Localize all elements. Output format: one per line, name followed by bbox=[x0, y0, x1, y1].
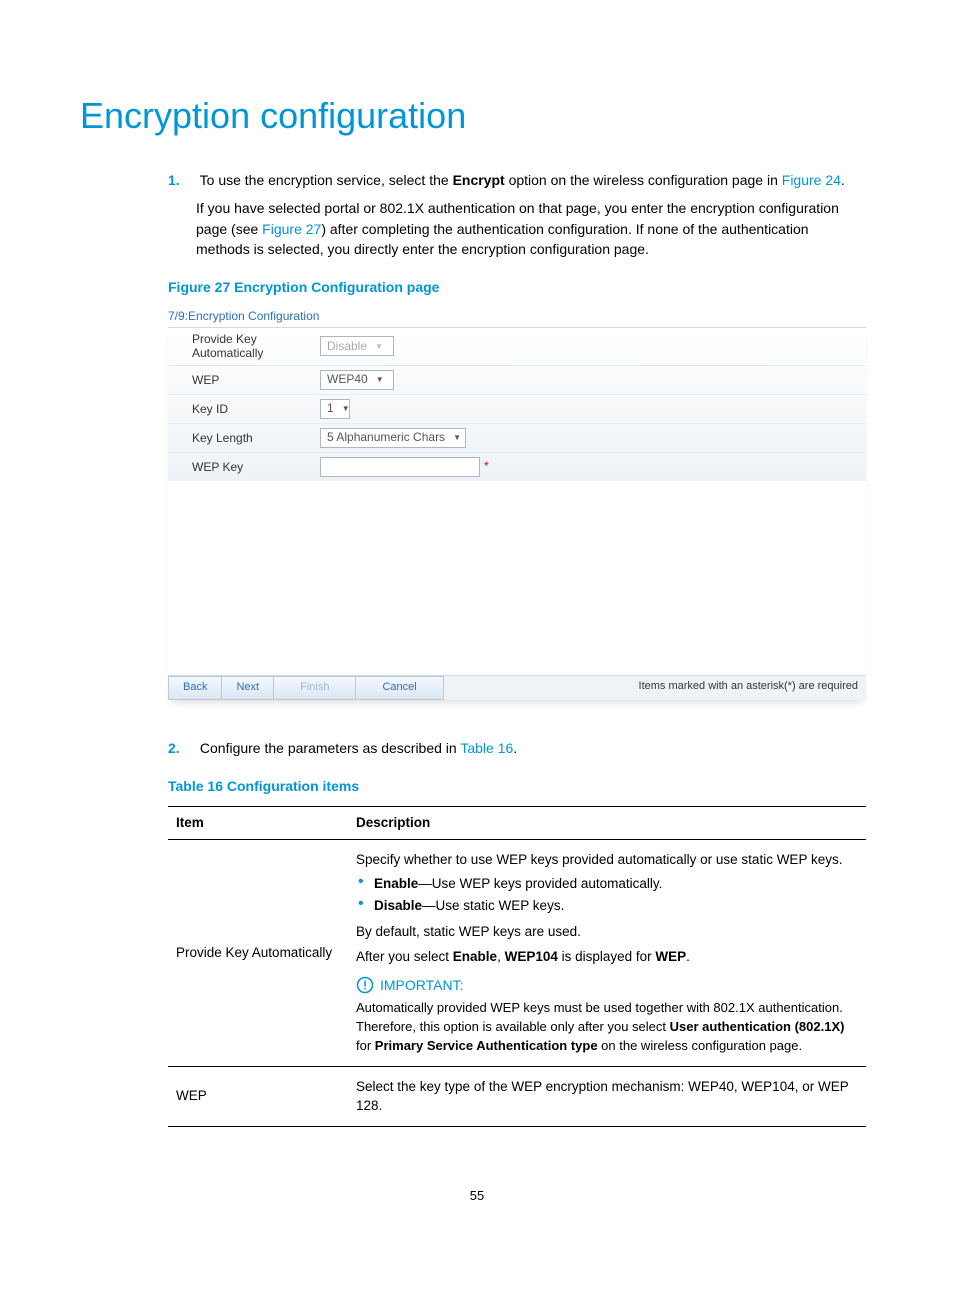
figure-24-link[interactable]: Figure 24 bbox=[782, 172, 841, 188]
figure-caption: Figure 27 Encryption Configuration page bbox=[168, 277, 866, 297]
step-text: To use the encryption service, select th… bbox=[200, 172, 845, 188]
provide-key-select[interactable]: Disable▼ bbox=[320, 336, 394, 356]
step-text: If you have selected portal or 802.1X au… bbox=[196, 200, 839, 257]
required-note: Items marked with an asterisk(*) are req… bbox=[631, 676, 866, 700]
table-row: WEP Select the key type of the WEP encry… bbox=[168, 1066, 866, 1126]
warning-icon bbox=[356, 976, 374, 994]
key-id-label: Key ID bbox=[192, 402, 320, 416]
config-table: Item Description Provide Key Automatical… bbox=[168, 806, 866, 1126]
table-row: Provide Key Automatically Specify whethe… bbox=[168, 839, 866, 1066]
wep-label: WEP bbox=[192, 373, 320, 387]
wep-select[interactable]: WEP40▼ bbox=[320, 370, 394, 390]
required-asterisk: * bbox=[484, 458, 489, 475]
chevron-down-icon: ▼ bbox=[453, 432, 461, 444]
wep-key-input[interactable] bbox=[320, 457, 480, 477]
step-2: 2. Configure the parameters as described… bbox=[168, 738, 866, 758]
step-1: 1. To use the encryption service, select… bbox=[168, 170, 866, 259]
figure-27-link[interactable]: Figure 27 bbox=[262, 221, 321, 237]
table-16-link[interactable]: Table 16 bbox=[460, 740, 513, 756]
description-cell: Specify whether to use WEP keys provided… bbox=[348, 839, 866, 1066]
key-length-label: Key Length bbox=[192, 431, 320, 445]
table-caption: Table 16 Configuration items bbox=[168, 776, 866, 796]
col-item: Item bbox=[168, 807, 348, 840]
next-button[interactable]: Next bbox=[222, 676, 274, 700]
col-description: Description bbox=[348, 807, 866, 840]
chevron-down-icon: ▼ bbox=[375, 341, 383, 353]
step-number: 1. bbox=[168, 170, 196, 190]
step-number: 2. bbox=[168, 738, 196, 758]
chevron-down-icon: ▼ bbox=[376, 374, 384, 386]
figure-27: 7/9:Encryption Configuration Provide Key… bbox=[168, 308, 866, 700]
description-cell: Select the key type of the WEP encryptio… bbox=[348, 1066, 866, 1126]
provide-key-label: Provide Key Automatically bbox=[192, 332, 320, 361]
step-text: Configure the parameters as described in… bbox=[200, 740, 517, 756]
finish-button[interactable]: Finish bbox=[274, 676, 356, 700]
back-button[interactable]: Back bbox=[168, 676, 222, 700]
wep-key-label: WEP Key bbox=[192, 460, 320, 474]
cancel-button[interactable]: Cancel bbox=[356, 676, 443, 700]
key-id-select[interactable]: 1▼ bbox=[320, 399, 350, 419]
chevron-down-icon: ▼ bbox=[342, 403, 350, 415]
page-number: 55 bbox=[80, 1187, 874, 1206]
item-cell: WEP bbox=[168, 1066, 348, 1126]
wizard-step-title: 7/9:Encryption Configuration bbox=[168, 308, 866, 325]
page-title: Encryption configuration bbox=[80, 90, 874, 142]
item-cell: Provide Key Automatically bbox=[168, 839, 348, 1066]
important-callout: IMPORTANT: bbox=[356, 975, 858, 995]
key-length-select[interactable]: 5 Alphanumeric Chars▼ bbox=[320, 428, 466, 448]
